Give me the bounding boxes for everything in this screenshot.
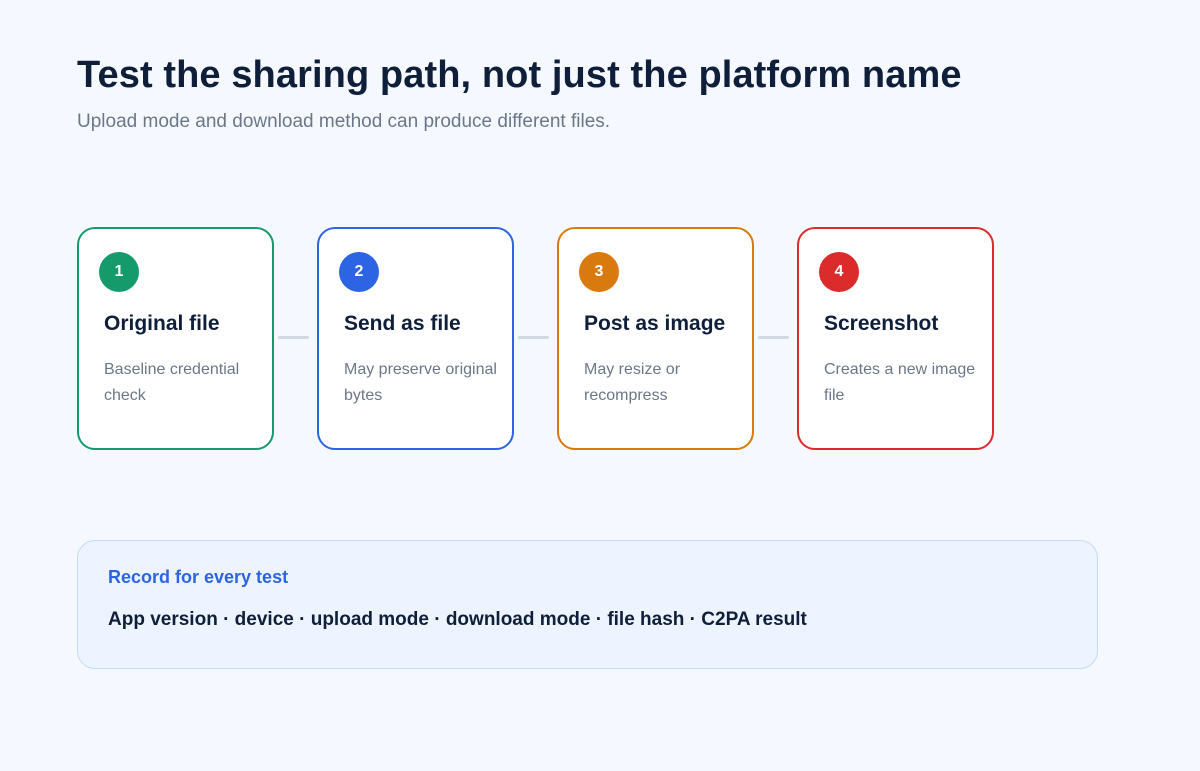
step-title: Screenshot [824,312,939,335]
step-connector [758,336,789,339]
page-title: Test the sharing path, not just the plat… [77,54,962,96]
step-title: Send as file [344,312,461,335]
step-number-badge: 2 [339,252,379,292]
record-items: App version · device · upload mode · dow… [108,609,807,630]
step-description: May resize or recompress [584,361,681,404]
step-description: Creates a new image file [824,361,976,404]
step-card-original-file: 1 Original file Baseline credential chec… [77,227,274,450]
step-number-badge: 3 [579,252,619,292]
step-number-badge: 1 [99,252,139,292]
page: Test the sharing path, not just the plat… [0,0,1200,771]
step-card-post-as-image: 3 Post as image May resize or recompress [557,227,754,450]
step-card-send-as-file: 2 Send as file May preserve original byt… [317,227,514,450]
step-title: Post as image [584,312,726,335]
step-title: Original file [104,312,220,335]
step-description: Baseline credential check [104,361,240,404]
step-number-badge: 4 [819,252,859,292]
step-connector [518,336,549,339]
page-subtitle: Upload mode and download method can prod… [77,111,611,132]
sharing-path-steps: 1 Original file Baseline credential chec… [77,227,997,450]
step-connector [278,336,309,339]
step-card-screenshot: 4 Screenshot Creates a new image file [797,227,994,450]
step-description: May preserve original bytes [344,361,497,404]
record-checklist-panel: Record for every test App version · devi… [77,540,1098,669]
record-heading: Record for every test [108,567,289,587]
